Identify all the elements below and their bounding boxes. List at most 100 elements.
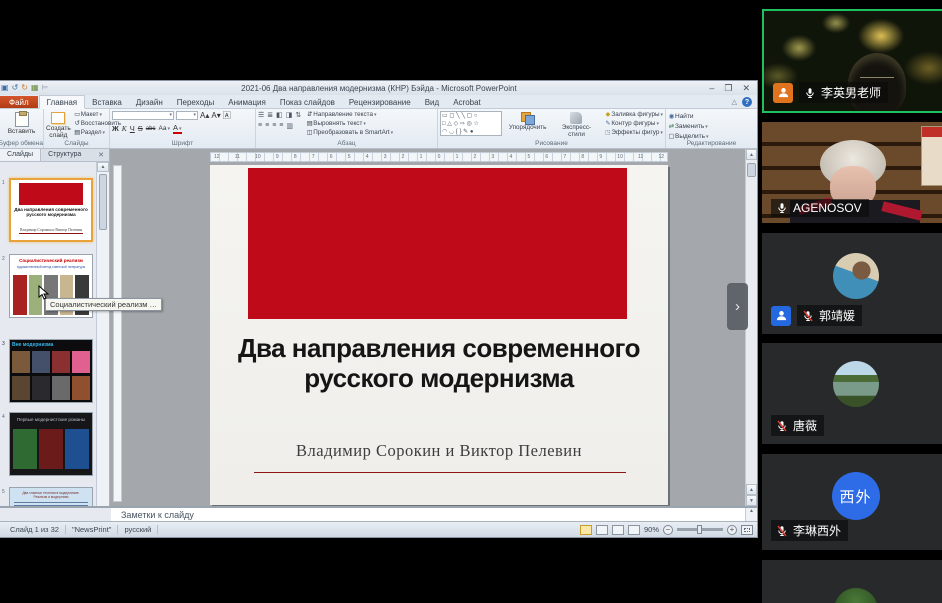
participant-tile-6[interactable] — [762, 560, 942, 603]
columns-icon[interactable]: ▥ — [286, 122, 293, 130]
panel-scroll-thumb[interactable] — [99, 174, 107, 230]
zoom-out-icon[interactable]: − — [663, 525, 673, 535]
tab-slideshow[interactable]: Показ слайдов — [273, 96, 342, 108]
slideshow-icon[interactable] — [628, 525, 640, 535]
italic-button[interactable]: К — [122, 124, 127, 133]
theme-name[interactable]: "NewsPrint" — [66, 525, 119, 534]
bold-button[interactable]: Ж — [112, 124, 119, 133]
change-case-button[interactable]: Аа — [158, 125, 170, 132]
slide-sorter-icon[interactable] — [596, 525, 608, 535]
align-right-icon[interactable]: ≡ — [272, 122, 276, 130]
shape-effects-button[interactable]: ◳Эффекты фигур — [604, 129, 663, 137]
minimize-button[interactable]: – — [709, 83, 714, 93]
clipboard-group-label[interactable]: Буфер обмена — [0, 139, 43, 148]
tab-animations[interactable]: Анимация — [221, 96, 273, 108]
tab-design[interactable]: Дизайн — [129, 96, 170, 108]
align-left-icon[interactable]: ≡ — [258, 122, 262, 130]
font-size-combobox[interactable] — [176, 111, 198, 120]
quick-styles-button[interactable]: Экспресс-стили — [554, 111, 600, 139]
slide-title[interactable]: Два направления современного русского мо… — [230, 333, 648, 394]
shrink-font-icon[interactable]: A▾ — [211, 111, 220, 120]
tab-file[interactable]: Файл — [0, 96, 38, 108]
participant-tile-1[interactable]: 李英男老师 — [762, 9, 942, 113]
slides-group-label[interactable]: Слайды — [44, 139, 109, 148]
slide-thumbnail-3[interactable]: Вне модернизма — [9, 339, 93, 403]
tab-transitions[interactable]: Переходы — [170, 96, 222, 108]
zoom-in-icon[interactable]: + — [727, 525, 737, 535]
panel-scrollbar[interactable]: ▲ — [96, 162, 109, 506]
fit-to-window-icon[interactable] — [741, 525, 753, 535]
undo-icon[interactable]: ↺ — [12, 83, 19, 93]
reading-view-icon[interactable] — [612, 525, 624, 535]
editing-group-label[interactable]: Редактирование — [666, 139, 757, 148]
slide-red-banner[interactable] — [248, 168, 627, 319]
shape-outline-button[interactable]: ✎Контур фигуры — [604, 120, 663, 128]
font-name-combobox[interactable] — [112, 111, 174, 120]
strikethrough-button[interactable]: S — [138, 124, 143, 133]
align-text-button[interactable]: ▤Выровнять текст — [306, 120, 393, 128]
redo-icon[interactable]: ↻ — [21, 83, 28, 93]
scroll-up-icon[interactable]: ▲ — [746, 149, 757, 160]
video-panel-toggle-button[interactable]: › — [727, 283, 748, 330]
close-button[interactable]: ✕ — [742, 83, 750, 93]
normal-view-icon[interactable] — [580, 525, 592, 535]
indent-increase-icon[interactable]: ◨ — [286, 111, 293, 119]
next-slide-icon[interactable]: ▼ — [746, 495, 757, 506]
clear-format-icon[interactable]: 🄰 — [223, 111, 231, 120]
previous-slide-icon[interactable]: ▲ — [746, 484, 757, 495]
new-slide-button[interactable]: Создать слайд — [46, 111, 71, 139]
panel-tab-outline[interactable]: Структура — [41, 149, 88, 161]
shape-fill-button[interactable]: ◆Заливка фигуры — [604, 111, 663, 119]
zoom-slider-handle[interactable] — [697, 525, 702, 534]
scroll-thumb[interactable] — [747, 163, 756, 177]
tab-review[interactable]: Рецензирование — [342, 96, 418, 108]
numbering-icon[interactable]: ≣ — [267, 111, 273, 119]
find-button[interactable]: ◉Найти — [668, 113, 755, 121]
participant-tile-2[interactable]: AGENOSOV — [762, 122, 942, 223]
notes-scrollbar[interactable]: ▲ — [745, 508, 757, 521]
zoom-slider[interactable] — [677, 528, 723, 531]
indent-decrease-icon[interactable]: ◧ — [276, 111, 283, 119]
ribbon-collapse-icon[interactable]: △ — [732, 98, 737, 106]
tab-view[interactable]: Вид — [418, 96, 446, 108]
line-spacing-icon[interactable]: ⇅ — [295, 111, 301, 119]
save-icon[interactable]: ▣ — [1, 83, 9, 93]
text-direction-button[interactable]: ⇵Направление текста — [306, 111, 393, 119]
language-indicator[interactable]: русский — [118, 525, 158, 534]
panel-tab-slides[interactable]: Слайды — [0, 149, 41, 161]
font-color-button[interactable]: А — [173, 123, 182, 134]
participant-tile-4[interactable]: 唐薇 — [762, 343, 942, 444]
drawing-group-label[interactable]: Рисование — [438, 139, 665, 148]
align-center-icon[interactable]: ≡ — [265, 122, 269, 130]
justify-icon[interactable]: ≡ — [279, 122, 283, 130]
tab-insert[interactable]: Вставка — [85, 96, 129, 108]
help-icon[interactable]: ? — [742, 97, 752, 107]
shadow-button[interactable]: abc — [146, 126, 156, 132]
participant-tile-5[interactable]: 西外 李琳西外 — [762, 454, 942, 550]
arrange-button[interactable]: Упорядочить — [505, 111, 551, 139]
panel-scroll-up-icon[interactable]: ▲ — [97, 162, 109, 172]
restore-button[interactable]: ❐ — [724, 83, 732, 93]
paste-button[interactable]: Вставить — [2, 111, 41, 135]
slide-thumbnail-1[interactable]: Два направления современного русского мо… — [9, 178, 93, 242]
notes-pane[interactable]: Заметки к слайду ▲ — [111, 506, 757, 521]
paragraph-group-label[interactable]: Абзац — [256, 139, 437, 148]
smartart-button[interactable]: ◫Преобразовать в SmartArt — [306, 129, 393, 137]
underline-button[interactable]: Ч — [130, 124, 135, 133]
slide-thumbnail-4[interactable]: Первые модернистские романы — [9, 412, 93, 476]
slide-canvas[interactable]: Два направления современного русского мо… — [210, 165, 668, 505]
tab-acrobat[interactable]: Acrobat — [446, 96, 488, 108]
picture-tool-icon[interactable]: ▦ — [31, 83, 39, 93]
tab-home[interactable]: Главная — [39, 95, 85, 109]
participant-tile-3[interactable]: 郭靖媛 — [762, 233, 942, 334]
slide-thumbnail-5[interactable]: Два главных течения в модернизме. Реализ… — [9, 487, 93, 506]
grow-font-icon[interactable]: A▴ — [200, 111, 209, 120]
notes-scroll-up-icon[interactable]: ▲ — [746, 508, 757, 514]
font-group-label[interactable]: Шрифт — [110, 139, 255, 148]
bullets-icon[interactable]: ☰ — [258, 111, 264, 119]
replace-button[interactable]: ⇄Заменить — [668, 123, 755, 131]
slide-subtitle[interactable]: Владимир Сорокин и Виктор Пелевин — [210, 441, 668, 461]
panel-close-icon[interactable]: ✕ — [93, 149, 109, 161]
qat-customize-icon[interactable]: ⊨ — [42, 83, 49, 93]
shapes-gallery[interactable]: ▭ ◻ ╲ ╲ ▢ ○ □ △ ◇ ⇨ ◎ ☆ ◠ ◡ { } ✎ ● — [440, 111, 502, 136]
